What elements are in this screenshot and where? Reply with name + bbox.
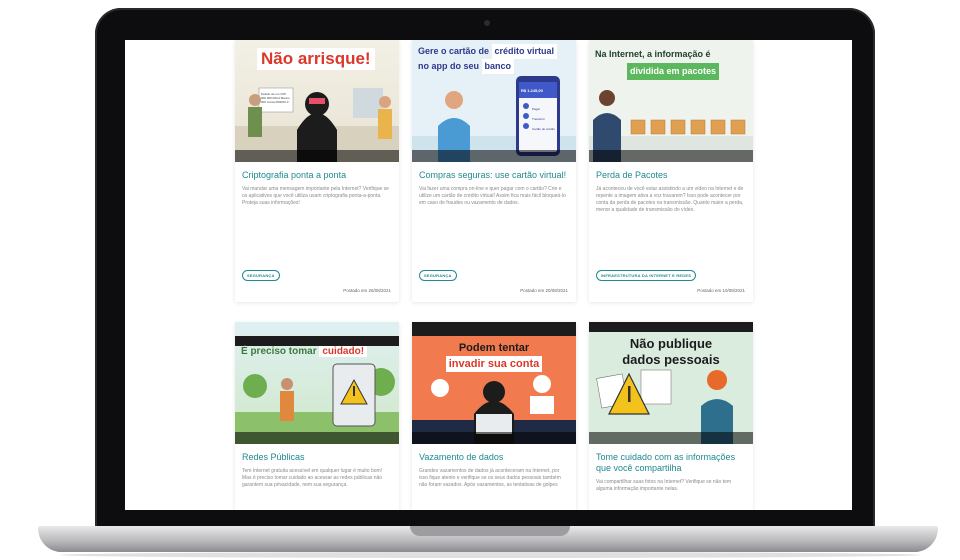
thumb-illustration [235, 336, 399, 444]
video-control-bar[interactable] [589, 150, 753, 162]
card-description: Vai mandar uma mensagem importante pela … [242, 186, 389, 206]
thumbnail-headline: Na Internet, a informação é dividida em … [595, 46, 720, 80]
video-thumbnail[interactable]: É preciso tomar cuidado! [235, 322, 399, 444]
laptop-shadow [60, 552, 920, 558]
video-card[interactable]: Podem tentar invadir sua conta Vazamento… [412, 322, 576, 510]
phone-balance: R$ 1.245,00 [521, 88, 543, 93]
video-thumbnail[interactable]: Gere o cartão de crédito virtual no app … [412, 40, 576, 162]
card-title[interactable]: Criptografia ponta a ponta [242, 170, 391, 181]
video-thumbnail[interactable]: Não publique dados pessoais [589, 322, 753, 444]
headline-part: É preciso tomar [241, 346, 317, 357]
category-tag[interactable]: SEGURANÇA [419, 270, 457, 281]
card-description: Tem Internet gratuita acessível em qualq… [242, 468, 383, 488]
thumbnail-note: Pedido de um CPF 000.000.000-0 Banco 000… [261, 92, 290, 104]
phone-menu-item: Cartão de crédito [532, 127, 556, 131]
video-thumbnail[interactable]: Não arrisque! Pedido de um CPF 000.000.0… [235, 40, 399, 162]
card-description: Grandes vazamentos de dados já acontecer… [419, 468, 561, 488]
video-control-bar[interactable] [412, 150, 576, 162]
video-thumbnail[interactable]: Na Internet, a informação é dividida em … [589, 40, 753, 162]
browser-screen: Não arrisque! Pedido de um CPF 000.000.0… [125, 40, 852, 510]
thumbnail-headline: Não arrisque! [257, 48, 375, 70]
video-control-bar[interactable] [589, 432, 753, 444]
video-card[interactable]: Não arrisque! Pedido de um CPF 000.000.0… [235, 40, 399, 302]
headline-highlight: banco [481, 59, 515, 74]
card-description: Vai compartilhar suas fotos na Internet?… [596, 479, 731, 492]
video-control-bar[interactable] [235, 432, 399, 444]
headline-part: dados pessoais [622, 352, 720, 367]
laptop-notch [410, 526, 570, 536]
card-description: Já aconteceu de você estar assistindo a … [596, 186, 744, 213]
card-title[interactable]: Vazamento de dados [419, 452, 568, 463]
card-title[interactable]: Tome cuidado com as informações que você… [596, 452, 745, 474]
card-description: Vai fazer uma compra on-line e quer paga… [419, 186, 566, 206]
headline-part: Gere o cartão de [418, 46, 490, 56]
thumbnail-headline: É preciso tomar cuidado! [241, 346, 368, 357]
laptop-mockup: Não arrisque! Pedido de um CPF 000.000.0… [0, 0, 960, 560]
phone-menu-item: Transferir [532, 117, 545, 121]
thumbnail-headline: Gere o cartão de crédito virtual no app … [418, 44, 558, 74]
posted-date: Postado em 10/08/2021 [697, 288, 745, 293]
headline-part: Não publique [629, 336, 713, 351]
card-title[interactable]: Redes Públicas [242, 452, 391, 463]
video-card[interactable]: É preciso tomar cuidado! Redes Públicas … [235, 322, 399, 510]
headline-highlight: crédito virtual [491, 44, 558, 59]
video-card[interactable]: Gere o cartão de crédito virtual no app … [412, 40, 576, 302]
video-card[interactable]: Não publique dados pessoais Tome cuidado… [589, 322, 753, 510]
phone-menu-item: Pagar [532, 107, 541, 111]
headline-part: no app do seu [418, 61, 480, 71]
video-card[interactable]: Na Internet, a informação é dividida em … [589, 40, 753, 302]
video-control-bar[interactable] [235, 150, 399, 162]
headline-part: Podem tentar [458, 342, 530, 354]
headline-part: Na Internet, a informação é [595, 49, 711, 59]
category-tag[interactable]: SEGURANÇA [242, 270, 280, 281]
card-title[interactable]: Compras seguras: use cartão virtual! [419, 170, 568, 181]
category-tag[interactable]: INFRAESTRUTURA DA INTERNET E REDES [596, 270, 697, 281]
headline-highlight: dividida em pacotes [627, 63, 720, 80]
headline-highlight: invadir sua conta [445, 356, 543, 372]
phone-menu: Pagar Transferir Cartão de crédito [532, 104, 555, 134]
headline-highlight: cuidado! [319, 346, 368, 357]
webcam-dot [484, 20, 490, 26]
video-thumbnail[interactable]: Podem tentar invadir sua conta [412, 322, 576, 444]
thumbnail-headline: Podem tentar invadir sua conta [412, 340, 576, 372]
video-control-bar[interactable] [412, 432, 576, 444]
thumbnail-headline: Não publique dados pessoais [589, 336, 753, 368]
card-title[interactable]: Perda de Pacotes [596, 170, 745, 181]
posted-date: Postado em 20/08/2021 [520, 288, 568, 293]
posted-date: Postado em 26/08/2021 [343, 288, 391, 293]
